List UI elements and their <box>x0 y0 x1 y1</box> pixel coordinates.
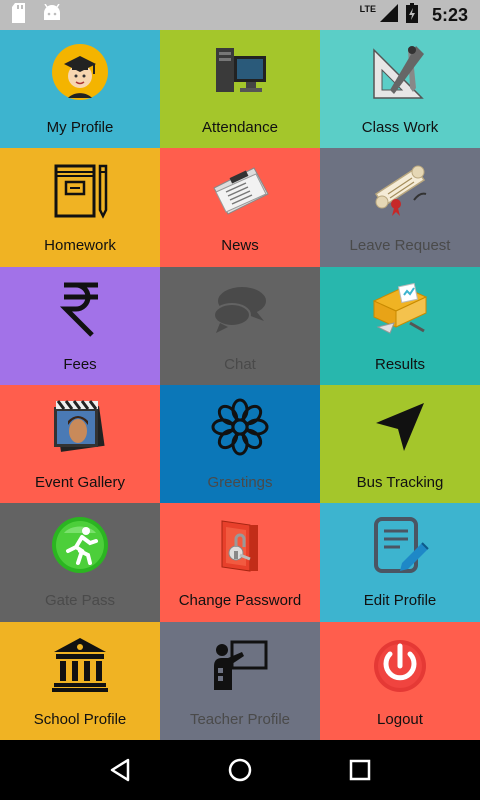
tile-fees[interactable]: Fees <box>0 266 160 385</box>
power-icon <box>370 634 430 694</box>
tile-label: Leave Request <box>349 237 451 255</box>
tile-logout[interactable]: Logout <box>320 621 480 740</box>
tile-label: Gate Pass <box>44 592 116 610</box>
network-type: LTE <box>359 4 376 14</box>
recents-icon[interactable] <box>340 750 380 790</box>
tile-class-work[interactable]: Class Work <box>320 30 480 149</box>
tile-label: News <box>221 237 259 255</box>
computer-icon <box>210 42 270 102</box>
tile-edit-profile[interactable]: Edit Profile <box>320 503 480 622</box>
tile-label: Attendance <box>202 119 278 136</box>
tile-label: Bus Tracking <box>356 473 444 491</box>
tile-label: My Profile <box>46 119 114 136</box>
tile-gate-pass[interactable]: Gate Pass <box>0 503 160 622</box>
status-bar: LTE 5:23 <box>0 0 480 30</box>
tile-label: Edit Profile <box>363 592 437 610</box>
navigation-arrow-icon <box>370 397 430 457</box>
navigation-bar <box>0 740 480 800</box>
notebook-icon <box>50 160 110 220</box>
edit-document-icon <box>370 515 430 575</box>
tile-label: School Profile <box>33 710 127 728</box>
tile-label: Fees <box>63 355 97 373</box>
graduate-avatar-icon <box>50 42 110 102</box>
exit-runner-icon <box>50 515 110 575</box>
tile-event-gallery[interactable]: Event Gallery <box>0 384 160 504</box>
signal-icon <box>379 3 398 27</box>
newspaper-icon <box>210 160 270 220</box>
tile-teacher-profile[interactable]: Teacher Profile <box>160 621 320 740</box>
tile-attendance[interactable]: Attendance <box>160 30 320 149</box>
tile-school-profile[interactable]: School Profile <box>0 621 160 740</box>
tile-label: Event Gallery <box>34 473 126 491</box>
tile-label: Chat <box>224 355 256 373</box>
geometry-tools-icon <box>370 42 430 102</box>
tile-leave-request[interactable]: Leave Request <box>320 148 480 267</box>
results-folder-icon <box>370 279 430 339</box>
tile-homework[interactable]: Homework <box>0 148 160 267</box>
institution-icon <box>50 634 110 694</box>
tile-label: Teacher Profile <box>189 710 291 728</box>
tile-label: Logout <box>377 710 423 728</box>
tile-news[interactable]: News <box>160 148 320 267</box>
tile-results[interactable]: Results <box>320 266 480 385</box>
scroll-icon <box>370 160 430 220</box>
tile-change-password[interactable]: Change Password <box>160 503 320 622</box>
tile-greetings[interactable]: Greetings <box>160 384 320 504</box>
locked-door-icon <box>210 515 270 575</box>
android-icon <box>42 3 62 27</box>
tile-label: Results <box>374 355 426 373</box>
tile-label: Class Work <box>361 119 439 136</box>
clock: 5:23 <box>431 4 468 25</box>
tile-bus-tracking[interactable]: Bus Tracking <box>320 384 480 504</box>
home-icon[interactable] <box>220 750 260 790</box>
sd-card-icon <box>12 2 28 28</box>
tile-chat[interactable]: Chat <box>160 266 320 385</box>
dashboard-grid: My Profile Attendance Class Work Homewor… <box>0 30 480 740</box>
rupee-icon <box>50 279 110 339</box>
back-icon[interactable] <box>100 750 140 790</box>
photo-gallery-icon <box>50 397 110 457</box>
battery-icon <box>405 2 418 28</box>
teacher-board-icon <box>210 634 270 694</box>
tile-label: Change Password <box>178 592 302 610</box>
chat-bubbles-icon <box>210 279 270 339</box>
tile-label: Greetings <box>207 473 273 491</box>
tile-my-profile[interactable]: My Profile <box>0 30 160 149</box>
flower-icon <box>210 397 270 457</box>
tile-label: Homework <box>44 237 116 255</box>
